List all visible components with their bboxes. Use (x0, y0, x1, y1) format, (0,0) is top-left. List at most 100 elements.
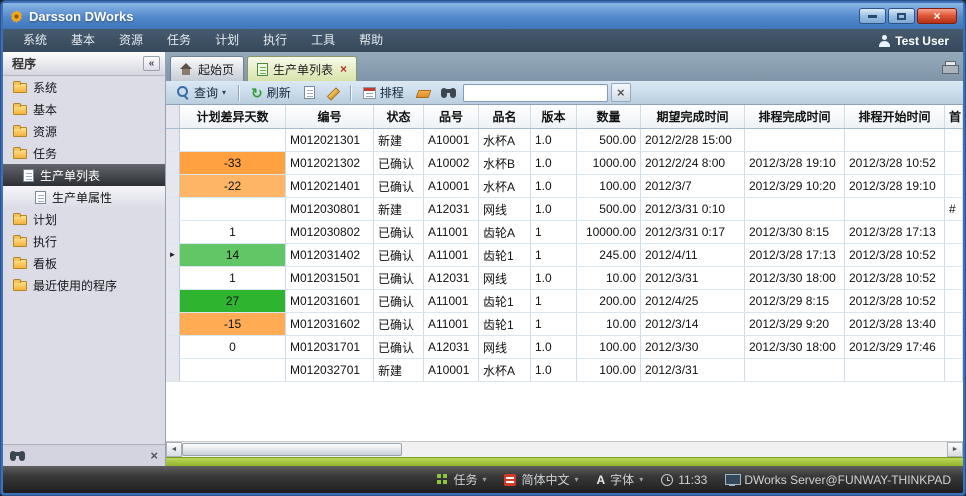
grid-cell: 1.0 (531, 267, 577, 289)
grid-cell: 已确认 (374, 152, 424, 174)
column-header[interactable]: 计划差异天数 (180, 105, 286, 128)
column-header[interactable]: 品名 (479, 105, 531, 128)
grid-header-row: 计划差异天数编号状态品号品名版本数量期望完成时间排程完成时间排程开始时间首 (166, 105, 963, 129)
menu-item-6[interactable]: 执行 (251, 29, 299, 52)
statusbar: 任务▾简体中文▾A字体▾11:33DWorks Server@FUNWAY-TH… (3, 466, 963, 493)
sidebar-item-3[interactable]: 资源 (3, 120, 165, 142)
sidebar-item-9[interactable]: 看板 (3, 252, 165, 274)
refresh-button[interactable]: ↻ 刷新 (245, 83, 297, 103)
menu-item-1[interactable]: 系统 (11, 29, 59, 52)
menu-item-5[interactable]: 计划 (203, 29, 251, 52)
row-selector (166, 290, 180, 312)
new-document-button[interactable] (300, 83, 319, 103)
minimize-button[interactable] (859, 8, 886, 24)
window-controls: × (859, 8, 957, 24)
grid-row-11[interactable]: M012032701新建A10001水杯A1.0100.002012/3/31 (166, 359, 963, 382)
grid-row-7[interactable]: 1M012031501已确认A12031网线1.010.002012/3/312… (166, 267, 963, 290)
scrollbar-thumb[interactable] (182, 443, 402, 456)
sidebar-item-4[interactable]: 任务 (3, 142, 165, 164)
column-header[interactable]: 品号 (424, 105, 479, 128)
sidebar-item-7[interactable]: 计划 (3, 208, 165, 230)
print-button[interactable] (942, 61, 957, 76)
sidebar-item-1[interactable]: 系统 (3, 76, 165, 98)
row-selector (166, 336, 180, 358)
grid-row-8[interactable]: 27M012031601已确认A11001齿轮11200.002012/4/25… (166, 290, 963, 313)
grid-cell: 0 (180, 336, 286, 358)
search-input[interactable] (463, 84, 608, 102)
status-item-1[interactable]: 任务▾ (437, 471, 486, 488)
caret-down-icon: ▾ (482, 476, 486, 484)
grid-cell: 2012/4/11 (641, 244, 745, 266)
grid-row-3[interactable]: -22M012021401已确认A10001水杯A1.0100.002012/3… (166, 175, 963, 198)
grid-row-1[interactable]: M012021301新建A10001水杯A1.0500.002012/2/28 … (166, 129, 963, 152)
status-item-3[interactable]: A字体▾ (597, 471, 644, 488)
user-name: Test User (895, 34, 949, 48)
scrollbar-track[interactable] (402, 442, 947, 457)
grid-cell: M012031402 (286, 244, 374, 266)
sidebar-item-8[interactable]: 执行 (3, 230, 165, 252)
sidebar-item-6[interactable]: 生产单属性 (3, 186, 165, 208)
scroll-left-button[interactable]: ◄ (166, 442, 182, 457)
scroll-right-button[interactable]: ► (947, 442, 963, 457)
column-header[interactable]: 排程完成时间 (745, 105, 845, 128)
column-header[interactable]: 首 (945, 105, 963, 128)
schedule-button[interactable]: 排程 (357, 83, 410, 103)
toolbar-separator (238, 85, 239, 101)
find-button[interactable] (437, 83, 460, 103)
schedule-label: 排程 (380, 84, 404, 101)
grid-row-4[interactable]: M012030801新建A12031网线1.0500.002012/3/31 0… (166, 198, 963, 221)
maximize-button[interactable] (888, 8, 915, 24)
sidebar-item-5[interactable]: 生产单列表 (3, 164, 165, 186)
query-button[interactable]: 查询 ▾ (171, 83, 232, 103)
sidebar-items: 系统基本资源任务生产单列表生产单属性计划执行看板最近使用的程序 (3, 76, 165, 296)
status-item-2[interactable]: 简体中文▾ (504, 471, 578, 488)
grid-cell: # (945, 198, 963, 220)
grid-cell (845, 359, 945, 381)
menu-item-4[interactable]: 任务 (155, 29, 203, 52)
clear-schedule-button[interactable] (413, 83, 434, 103)
menu-item-3[interactable]: 资源 (107, 29, 155, 52)
folder-icon (13, 237, 27, 247)
grid-cell: 2012/3/28 13:40 (845, 313, 945, 335)
grid-cell: 2012/3/28 17:13 (845, 221, 945, 243)
column-header[interactable]: 状态 (374, 105, 424, 128)
close-find-icon[interactable]: × (150, 449, 158, 462)
grid-cell: M012032701 (286, 359, 374, 381)
grid-cell (180, 198, 286, 220)
tab-1[interactable]: 起始页 (170, 56, 244, 81)
menu-item-2[interactable]: 基本 (59, 29, 107, 52)
clear-search-button[interactable]: × (611, 83, 631, 102)
collapse-sidebar-button[interactable]: « (143, 56, 160, 71)
grid-cell: 10.00 (577, 267, 641, 289)
column-header[interactable]: 期望完成时间 (641, 105, 745, 128)
lang-icon (504, 474, 516, 486)
user-indicator[interactable]: Test User (879, 34, 955, 48)
horizontal-scrollbar[interactable]: ◄ ► (166, 441, 963, 457)
grid-cell: M012030802 (286, 221, 374, 243)
column-header[interactable]: 数量 (577, 105, 641, 128)
sidebar-item-2[interactable]: 基本 (3, 98, 165, 120)
grid-row-2[interactable]: -33M012021302已确认A10002水杯B1.01000.002012/… (166, 152, 963, 175)
grid-cell: 2012/3/31 0:10 (641, 198, 745, 220)
doc-icon (35, 191, 46, 204)
close-button[interactable]: × (917, 8, 957, 24)
grid-row-6[interactable]: ►14M012031402已确认A11001齿轮11245.002012/4/1… (166, 244, 963, 267)
grid-row-5[interactable]: 1M012030802已确认A11001齿轮A110000.002012/3/3… (166, 221, 963, 244)
grid-row-10[interactable]: 0M012031701已确认A12031网线1.0100.002012/3/30… (166, 336, 963, 359)
edit-button[interactable] (322, 83, 344, 103)
tab-close-icon[interactable]: × (340, 63, 347, 75)
sidebar-item-10[interactable]: 最近使用的程序 (3, 274, 165, 296)
grid-cell: 1000.00 (577, 152, 641, 174)
column-header[interactable]: 编号 (286, 105, 374, 128)
menu-item-7[interactable]: 工具 (299, 29, 347, 52)
eraser-icon (415, 90, 431, 98)
sidebar-find-panel[interactable]: × (3, 444, 165, 466)
column-header[interactable]: 排程开始时间 (845, 105, 945, 128)
tab-2[interactable]: 生产单列表× (247, 56, 357, 81)
grid-cell: 2012/3/30 18:00 (745, 336, 845, 358)
grid-row-9[interactable]: -15M012031602已确认A11001齿轮1110.002012/3/14… (166, 313, 963, 336)
grid-cell: 新建 (374, 129, 424, 151)
menu-item-8[interactable]: 帮助 (347, 29, 395, 52)
column-header[interactable]: 版本 (531, 105, 577, 128)
main-panel: 起始页生产单列表× 查询 ▾ ↻ 刷新 (166, 52, 963, 466)
